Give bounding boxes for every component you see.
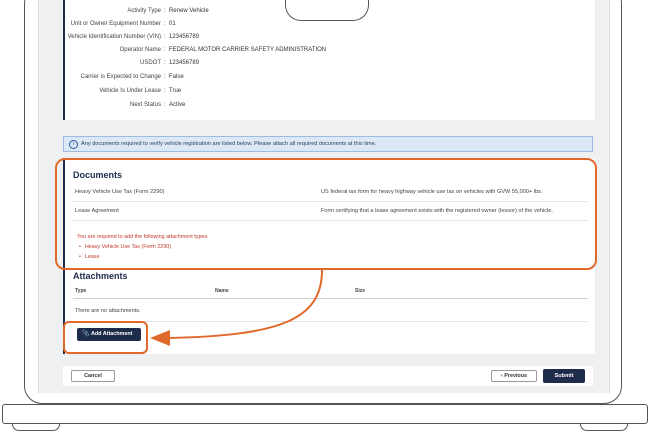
add-attachment-label: Add Attachment <box>91 331 133 337</box>
document-description: US federal tax form for heavy highway ve… <box>321 189 543 195</box>
detail-row-operator-name: Operator Name : FEDERAL MOTOR CARRIER SA… <box>65 44 585 56</box>
detail-label: Vehicle Identification Number (VIN) <box>67 34 161 40</box>
previous-button[interactable]: ‹ Previous <box>491 370 537 382</box>
submit-button[interactable]: Submit <box>543 369 585 383</box>
laptop-screen: Activity Type : Renew Vehicle Unit or Ow… <box>38 0 610 393</box>
required-item: Lease <box>79 252 171 262</box>
column-header-size: Size <box>355 288 366 294</box>
laptop-foot-left <box>12 424 60 431</box>
detail-label: Unit or Owner Equipment Number <box>70 21 161 27</box>
cancel-button[interactable]: Cancel <box>71 370 115 382</box>
paperclip-icon: 📎 <box>82 331 90 337</box>
detail-row-carrier-change: Carrier is Expected to Change : False <box>65 71 585 83</box>
detail-label: Operator Name <box>119 47 161 53</box>
info-circle-icon: i <box>69 140 78 149</box>
detail-row-usdot: USDOT : 123456789 <box>65 57 585 69</box>
detail-value: False <box>169 74 184 80</box>
column-header-type: Type <box>75 288 87 294</box>
detail-label: Vehicle Is Under Lease <box>99 88 161 94</box>
laptop-base <box>2 404 648 424</box>
document-name: Lease Agreement <box>75 208 119 214</box>
camera-notch <box>285 0 369 21</box>
laptop-foot-right <box>580 424 628 431</box>
detail-row-under-lease: Vehicle Is Under Lease : True <box>65 85 585 97</box>
document-row: Heavy Vehicle Use Tax (Form 2290) US fed… <box>73 184 588 202</box>
documents-panel: Documents Heavy Vehicle Use Tax (Form 22… <box>63 158 595 354</box>
required-attachments-list: Heavy Vehicle Use Tax (Form 2290) Lease <box>79 242 171 262</box>
detail-row-next-status: Next Status : Active <box>65 99 585 111</box>
required-item: Heavy Vehicle Use Tax (Form 2290) <box>79 242 171 252</box>
detail-label: USDOT <box>140 60 161 66</box>
previous-label: Previous <box>504 373 528 379</box>
detail-label: Next Status <box>129 102 161 108</box>
attachments-title: Attachments <box>73 271 128 281</box>
detail-value: True <box>169 88 182 94</box>
detail-value: Renew Vehicle <box>169 8 209 14</box>
detail-row-vin: Vehicle Identification Number (VIN) : 12… <box>65 31 585 43</box>
document-row: Lease Agreement Form certifying that a l… <box>73 203 588 221</box>
attachments-empty-text: There are no attachments. <box>75 308 141 314</box>
add-attachment-button[interactable]: 📎 Add Attachment <box>77 328 141 341</box>
required-attachments-message: You are required to add the following at… <box>77 234 209 240</box>
detail-label: Activity Type <box>127 8 161 14</box>
detail-value: 01 <box>169 21 176 27</box>
detail-value: FEDERAL MOTOR CARRIER SAFETY ADMINISTRAT… <box>169 47 327 53</box>
info-alert: i Any documents required to verify vehic… <box>63 136 593 152</box>
detail-label: Carrier is Expected to Change <box>80 74 161 80</box>
attachments-table-header: Type Name Size <box>73 285 588 299</box>
documents-title: Documents <box>73 170 123 180</box>
detail-value: Active <box>169 102 186 108</box>
form-footer: Cancel ‹ Previous Submit <box>63 366 593 386</box>
detail-value: 123456789 <box>169 34 200 40</box>
document-description: Form certifying that a lease agreement e… <box>321 208 553 214</box>
document-name: Heavy Vehicle Use Tax (Form 2290) <box>75 189 165 195</box>
column-header-name: Name <box>215 288 229 294</box>
info-alert-text: Any documents required to verify vehicle… <box>81 141 377 147</box>
detail-value: 123456789 <box>169 60 200 66</box>
